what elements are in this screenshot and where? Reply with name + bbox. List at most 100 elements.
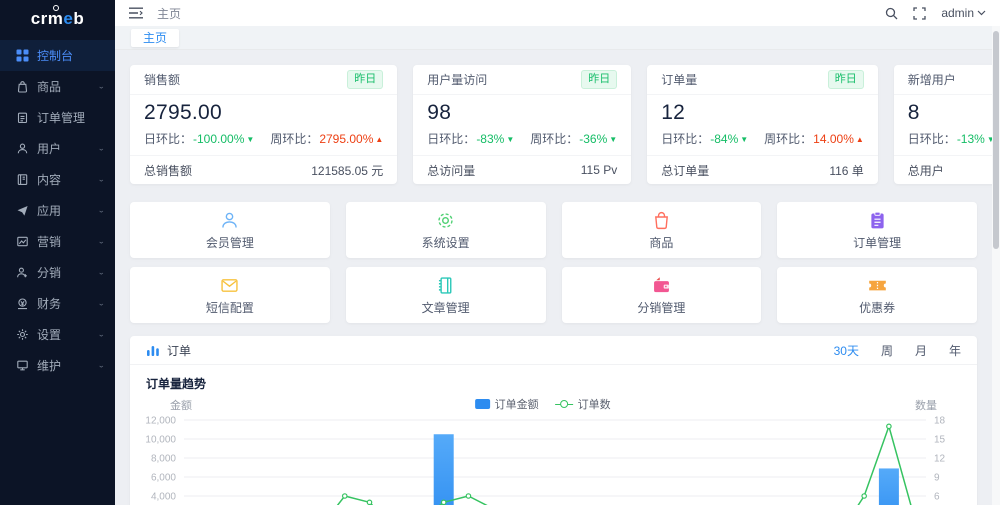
day-ratio-value: -83% ▼: [476, 132, 515, 146]
week-ratio-label: 周环比：: [530, 132, 579, 146]
stat-title: 用户量访问: [427, 73, 488, 87]
week-ratio-value: -36% ▼: [579, 132, 618, 146]
user-menu[interactable]: admin: [941, 6, 986, 20]
svg-text:4,000: 4,000: [151, 492, 176, 503]
top-bar: 主页 admin: [115, 0, 1000, 26]
sidebar-item-users[interactable]: 用户 ⌄: [0, 133, 115, 164]
stat-card-row: 销售额 昨日 2795.00 日环比：-100.00% ▼ 周环比：2795.00%…: [130, 65, 992, 184]
svg-text:8,000: 8,000: [151, 454, 176, 465]
sidebar-item-marketing[interactable]: 营销 ⌄: [0, 226, 115, 257]
product-icon: [654, 211, 668, 229]
user-icon: [15, 142, 29, 156]
stat-card-visits: 用户量访问 昨日 98 日环比：-83% ▼ 周环比：-36% ▼ 总访问量 115 P…: [413, 65, 632, 184]
svg-text:12: 12: [934, 454, 946, 465]
tab-home[interactable]: 主页: [131, 28, 180, 47]
sidebar-item-dashboard[interactable]: 控制台: [0, 40, 115, 71]
sms-icon: [221, 278, 239, 292]
legend-item-order-count[interactable]: 订单数: [554, 396, 611, 412]
chart-panel-title: 订单: [167, 343, 192, 358]
distribution-manage-icon: [653, 276, 669, 292]
stat-value: 2795.00: [144, 101, 223, 124]
stat-total-value: 116 单: [829, 163, 864, 178]
gear-icon: [15, 328, 29, 342]
chevron-down-icon: ⌄: [97, 175, 105, 184]
chart-card-header: 订单 30天 周 月 年: [130, 336, 977, 365]
sidebar-item-distribution[interactable]: 分销 ⌄: [0, 257, 115, 288]
article-icon: [439, 276, 452, 294]
range-tab-year[interactable]: 年: [949, 342, 961, 359]
shortcut-coupons[interactable]: 优惠券: [777, 267, 977, 323]
breadcrumb[interactable]: 主页: [157, 5, 181, 22]
right-axis-name: 数量: [915, 400, 937, 412]
sidebar-item-finance[interactable]: 财务 ⌄: [0, 288, 115, 319]
stat-total-value: 115 Pv: [580, 163, 618, 177]
sidebar-item-goods[interactable]: 商品 ⌄: [0, 71, 115, 102]
shortcut-sms-config[interactable]: 短信配置: [130, 267, 330, 323]
stat-title: 销售额: [144, 73, 181, 87]
dashboard-icon: [15, 49, 29, 63]
fullscreen-icon[interactable]: [913, 6, 926, 20]
stat-card-sales: 销售额 昨日 2795.00 日环比：-100.00% ▼ 周环比：2795.00%…: [130, 65, 398, 184]
app-logo: cr m e b: [30, 9, 85, 28]
clipboard-icon: [15, 111, 29, 125]
svg-text:15: 15: [934, 435, 946, 446]
shortcut-order-management[interactable]: 订单管理: [777, 202, 977, 258]
range-tab-30d[interactable]: 30天: [834, 342, 859, 359]
chevron-down-icon: ⌄: [97, 82, 105, 91]
order-trend-chart: 12,0001810,000158,000126,00094,00062,000…: [145, 416, 946, 505]
book-icon: [15, 173, 29, 187]
stat-card-new-users: 新增用户昨日 8 日环比：-13%▼ 周环比：-43%▼ 总用户351 人: [893, 65, 992, 184]
shortcut-article-management[interactable]: 文章管理: [345, 267, 546, 323]
sidebar-item-label: 设置: [37, 328, 62, 342]
sidebar: cr m e b 控制台 商品 ⌄ 订单管理 用户 ⌄ 内容 ⌄ 应用 ⌄ 营销…: [0, 0, 115, 505]
chevron-down-icon: ⌄: [97, 206, 105, 215]
shortcut-label: 订单管理: [853, 235, 902, 250]
sidebar-item-label: 分销: [37, 266, 62, 280]
day-ratio-label: 日环比：: [427, 132, 476, 146]
sidebar-item-content[interactable]: 内容 ⌄: [0, 164, 115, 195]
yesterday-badge: 昨日: [347, 70, 384, 89]
chevron-down-icon: ⌄: [97, 144, 105, 153]
shortcut-system-settings[interactable]: 系统设置: [345, 202, 546, 258]
chevron-down-icon: [977, 10, 986, 16]
sidebar-item-maintenance[interactable]: 维护 ⌄: [0, 350, 115, 381]
system-settings-icon: [438, 212, 453, 228]
sidebar-item-label: 维护: [37, 359, 62, 373]
stat-value: 98: [427, 101, 452, 124]
stat-title: 订单量: [661, 73, 698, 87]
stat-total-value: 121585.05 元: [311, 163, 384, 178]
scrollbar-thumb[interactable]: [993, 31, 999, 249]
svg-text:9: 9: [934, 473, 940, 484]
day-ratio-value: -84% ▼: [710, 132, 749, 146]
sidebar-item-label: 财务: [37, 297, 62, 311]
sidebar-item-order-management[interactable]: 订单管理: [0, 102, 115, 133]
stat-value: 12: [661, 101, 686, 124]
range-tab-week[interactable]: 周: [881, 342, 893, 359]
chart-image-icon: [15, 235, 29, 249]
sidebar-item-settings[interactable]: 设置 ⌄: [0, 319, 115, 350]
shortcut-member-management[interactable]: 会员管理: [130, 202, 330, 258]
week-ratio-label: 周环比：: [764, 132, 813, 146]
search-icon[interactable]: [885, 7, 898, 20]
stat-card-orders: 订单量 昨日 12 日环比：-84% ▼ 周环比：14.00% ▲ 总订单量 116 单: [647, 65, 878, 184]
sidebar-item-apps[interactable]: 应用 ⌄: [0, 195, 115, 226]
shortcut-distribution-management[interactable]: 分销管理: [561, 267, 762, 323]
range-tab-month[interactable]: 月: [915, 342, 927, 359]
shortcut-label: 优惠券: [859, 300, 896, 315]
dashboard-content: 销售额 昨日 2795.00 日环比：-100.00% ▼ 周环比：2795.00%…: [115, 50, 992, 505]
chart-body: 订单量趋势 金额 订单金额 订单数 数量 12,000 18 10,000 15…: [130, 365, 977, 505]
shopping-bag-icon: [15, 80, 29, 94]
sidebar-item-label: 用户: [37, 142, 62, 156]
legend-item-order-amount[interactable]: 订单金额: [474, 396, 539, 412]
shortcut-grid: 会员管理 系统设置 商品 订单管理 短信配置 文章管理 分销管理 优惠券: [130, 202, 977, 323]
shortcut-label: 分销管理: [637, 300, 686, 315]
chevron-down-icon: ⌄: [97, 330, 105, 339]
stat-title: 新增用户: [907, 73, 956, 87]
menu-collapse-icon[interactable]: [129, 7, 143, 19]
yesterday-badge: 昨日: [581, 70, 618, 89]
yesterday-badge: 昨日: [827, 70, 864, 89]
shortcut-products[interactable]: 商品: [561, 202, 762, 258]
order-chart-card: 订单 30天 周 月 年 订单量趋势 金额 订单金额 订单数 数量 12,000…: [130, 336, 977, 505]
legend-bar-swatch: [474, 399, 490, 409]
main-area: 主页 admin 主页 销售额 昨日 2795.00 日环比：-100.00% …: [115, 0, 1000, 505]
